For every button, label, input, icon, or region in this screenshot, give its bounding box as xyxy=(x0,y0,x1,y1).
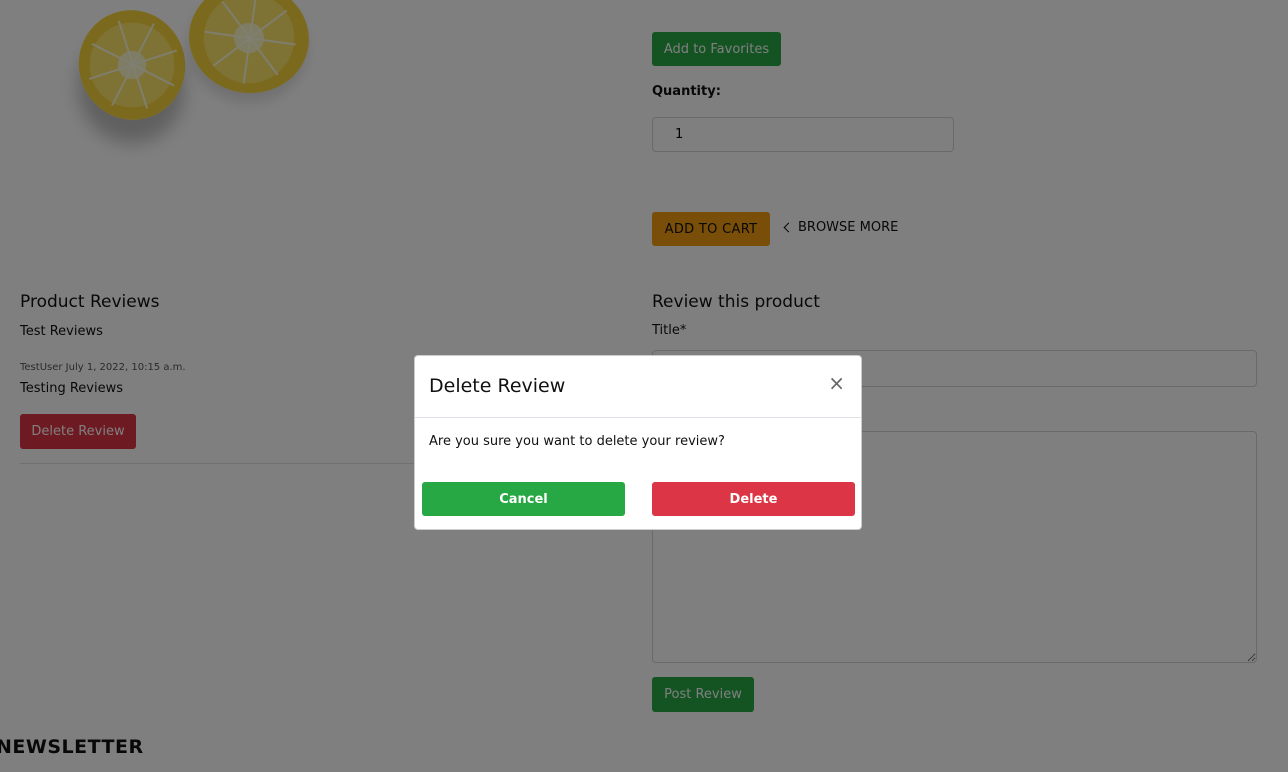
modal-header: Delete Review × xyxy=(415,356,861,418)
close-icon[interactable]: × xyxy=(822,370,851,396)
delete-button[interactable]: Delete xyxy=(652,482,855,516)
modal-message: Are you sure you want to delete your rev… xyxy=(429,434,725,449)
modal-title: Delete Review xyxy=(429,375,566,397)
cancel-button[interactable]: Cancel xyxy=(422,482,625,516)
delete-review-modal: Delete Review × Are you sure you want to… xyxy=(414,355,862,530)
